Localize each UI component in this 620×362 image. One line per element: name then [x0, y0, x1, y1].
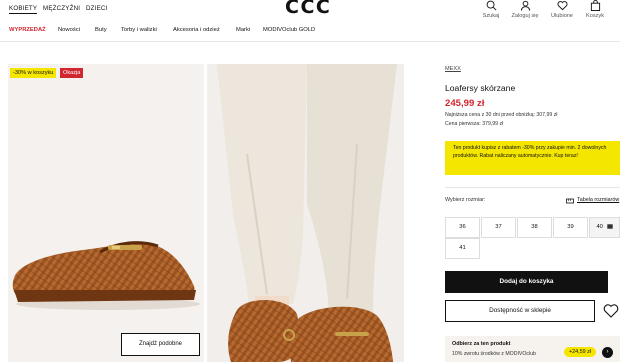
product-image-worn[interactable]	[207, 64, 404, 362]
discount-badge: -30% w koszyku	[10, 68, 57, 78]
nav-modivo-gold[interactable]: MODIVOclub GOLD	[263, 27, 315, 33]
tab-men[interactable]: MĘŻCZYŹNI	[43, 5, 80, 12]
lowest-price-note: Najniższa cena z 30 dni przed obniżką: 3…	[445, 112, 558, 118]
tab-kids[interactable]: DZIECI	[86, 5, 107, 12]
login-label: Zaloguj się	[511, 13, 539, 19]
nav-new[interactable]: Nowości	[58, 27, 80, 33]
ruler-icon	[566, 198, 574, 204]
modivo-reward: +24,59 zł	[564, 347, 597, 357]
first-price-note: Cena pierwsza: 379,99 zł	[445, 121, 504, 127]
size-option-label: 40	[596, 224, 603, 230]
size-option[interactable]: 38	[517, 217, 552, 238]
bag-icon	[590, 0, 600, 11]
login-button[interactable]: Zaloguj się	[508, 0, 542, 19]
section-divider	[445, 187, 620, 188]
store-availability-button[interactable]: Dostępność w sklepie	[445, 300, 595, 322]
size-option[interactable]: 39	[553, 217, 588, 238]
product-name: Loafersy skórzane	[445, 83, 516, 93]
nav-accessories[interactable]: Akcesoria i odzież	[173, 27, 220, 33]
cart-label: Koszyk	[585, 13, 605, 19]
promo-box: Ten produkt kupisz z rabatem -30% przy z…	[445, 141, 620, 175]
modivo-club-box: Odbierz za ten produkt 10% zwrotu środkó…	[445, 336, 620, 362]
nav-shoes[interactable]: Buty	[95, 27, 107, 33]
tab-women[interactable]: KOBIETY	[9, 5, 38, 14]
favorites-button[interactable]: Ulubione	[545, 0, 579, 19]
favorites-label: Ulubione	[550, 13, 574, 19]
add-to-cart-button[interactable]: Dodaj do koszyka	[445, 271, 608, 293]
user-icon	[520, 0, 530, 11]
nav-sale[interactable]: WYPRZEDAŻ	[9, 27, 46, 33]
search-button[interactable]: Szukaj	[474, 0, 508, 19]
size-option[interactable]: 36	[445, 217, 480, 238]
nav-divider	[0, 41, 620, 42]
size-option[interactable]: 37	[481, 217, 516, 238]
nav-bags[interactable]: Torby i walizki	[121, 27, 157, 33]
product-image-main[interactable]	[8, 64, 204, 362]
shoe-worn-image	[217, 64, 397, 362]
category-nav: WYPRZEDAŻ Nowości Buty Torby i walizki A…	[0, 24, 620, 38]
brand-link[interactable]: MEXX	[445, 66, 461, 72]
search-icon	[486, 0, 496, 11]
logo[interactable]: CCC	[285, 0, 331, 18]
size-label: Wybierz rozmiar:	[445, 197, 486, 203]
chevron-right-icon[interactable]: ›	[602, 347, 613, 358]
find-similar-button[interactable]: Znajdź podobne	[121, 333, 200, 356]
heart-icon[interactable]	[603, 303, 619, 319]
size-table-link[interactable]: Tabela rozmiarów	[577, 197, 619, 203]
deal-badge: Okazja	[60, 68, 84, 78]
product-price: 245,99 zł	[445, 98, 485, 109]
shoe-side-image	[12, 241, 200, 310]
search-label: Szukaj	[482, 13, 500, 19]
heart-icon	[557, 1, 567, 11]
cart-button[interactable]: Koszyk	[578, 0, 612, 19]
size-option[interactable]: 41	[445, 238, 480, 259]
low-stock-icon	[606, 224, 613, 229]
nav-brands[interactable]: Marki	[236, 27, 250, 33]
size-option-low-stock[interactable]: 40	[589, 217, 620, 238]
